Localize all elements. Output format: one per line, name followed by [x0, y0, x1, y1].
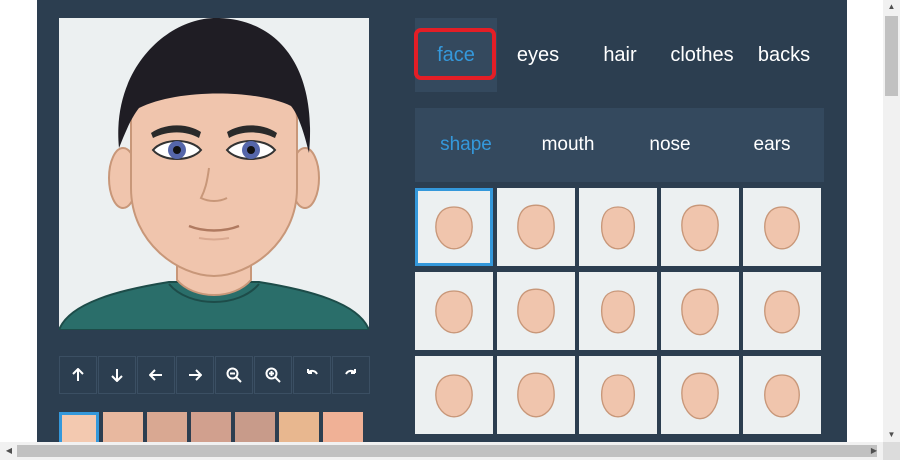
face-shape-option[interactable] — [579, 188, 657, 266]
scroll-left-icon[interactable]: ◀ — [2, 442, 16, 460]
face-shape-icon — [517, 288, 555, 334]
skin-swatch[interactable] — [323, 412, 363, 442]
face-shape-icon — [600, 290, 636, 334]
face-shape-icon — [435, 374, 473, 418]
avatar-maker-app: face eyes hair clothes backs shape mouth nose e… — [37, 0, 847, 442]
category-tabs: face eyes hair clothes backs — [415, 18, 825, 92]
face-shape-icon — [681, 204, 719, 252]
avatar-face-illustration — [59, 18, 369, 330]
face-shape-icon — [764, 206, 800, 250]
arrow-left-icon[interactable] — [137, 356, 175, 394]
face-shape-option[interactable] — [661, 356, 739, 434]
face-shape-option[interactable] — [743, 188, 821, 266]
face-shape-option[interactable] — [743, 356, 821, 434]
face-shape-option[interactable] — [497, 188, 575, 266]
skin-swatch[interactable] — [191, 412, 231, 442]
skin-color-swatches — [59, 412, 367, 442]
subtab-mouth[interactable]: mouth — [517, 108, 619, 182]
face-shape-icon — [435, 290, 473, 334]
tab-eyes[interactable]: eyes — [497, 18, 579, 92]
avatar-controls — [59, 356, 371, 394]
rotate-right-icon[interactable] — [332, 356, 370, 394]
subtab-ears[interactable]: ears — [721, 108, 823, 182]
skin-swatch[interactable] — [59, 412, 99, 442]
face-shape-option[interactable] — [415, 356, 493, 434]
horizontal-scroll-thumb[interactable] — [17, 445, 877, 457]
skin-swatch[interactable] — [279, 412, 319, 442]
vertical-scroll-thumb[interactable] — [885, 16, 898, 96]
face-shape-icon — [517, 372, 555, 418]
face-shape-icon — [764, 374, 800, 418]
subcategory-tabs: shape mouth nose ears — [415, 108, 824, 182]
scroll-down-icon[interactable]: ▼ — [883, 428, 900, 442]
vertical-scrollbar[interactable]: ▲ ▼ — [883, 0, 900, 442]
face-shape-option[interactable] — [661, 272, 739, 350]
scroll-up-icon[interactable]: ▲ — [883, 0, 900, 14]
face-shape-icon — [517, 204, 555, 250]
face-shape-icon — [435, 206, 473, 250]
scroll-right-icon[interactable]: ▶ — [867, 442, 881, 460]
subtab-nose[interactable]: nose — [619, 108, 721, 182]
face-shape-option[interactable] — [743, 272, 821, 350]
tab-backs[interactable]: backs — [743, 18, 825, 92]
skin-swatch[interactable] — [103, 412, 143, 442]
face-shape-option[interactable] — [497, 272, 575, 350]
scrollbar-corner — [883, 442, 900, 460]
face-shape-option[interactable] — [415, 188, 493, 266]
tab-face[interactable]: face — [415, 18, 497, 92]
horizontal-scrollbar[interactable]: ◀ ▶ — [0, 442, 883, 460]
skin-swatch[interactable] — [147, 412, 187, 442]
tab-hair[interactable]: hair — [579, 18, 661, 92]
arrow-down-icon[interactable] — [98, 356, 136, 394]
face-shape-icon — [681, 288, 719, 336]
face-shape-option[interactable] — [579, 272, 657, 350]
arrow-up-icon[interactable] — [59, 356, 97, 394]
zoom-in-icon[interactable] — [254, 356, 292, 394]
face-shape-option[interactable] — [497, 356, 575, 434]
face-shape-icon — [681, 372, 719, 420]
face-shape-option[interactable] — [415, 272, 493, 350]
face-shape-icon — [600, 206, 636, 250]
skin-swatch[interactable] — [235, 412, 275, 442]
face-shape-option[interactable] — [661, 188, 739, 266]
subtab-shape[interactable]: shape — [415, 108, 517, 182]
face-shape-icon — [600, 374, 636, 418]
rotate-left-icon[interactable] — [293, 356, 331, 394]
zoom-out-icon[interactable] — [215, 356, 253, 394]
face-shape-icon — [764, 290, 800, 334]
avatar-preview — [59, 18, 369, 330]
arrow-right-icon[interactable] — [176, 356, 214, 394]
tab-clothes[interactable]: clothes — [661, 18, 743, 92]
face-shape-option[interactable] — [579, 356, 657, 434]
